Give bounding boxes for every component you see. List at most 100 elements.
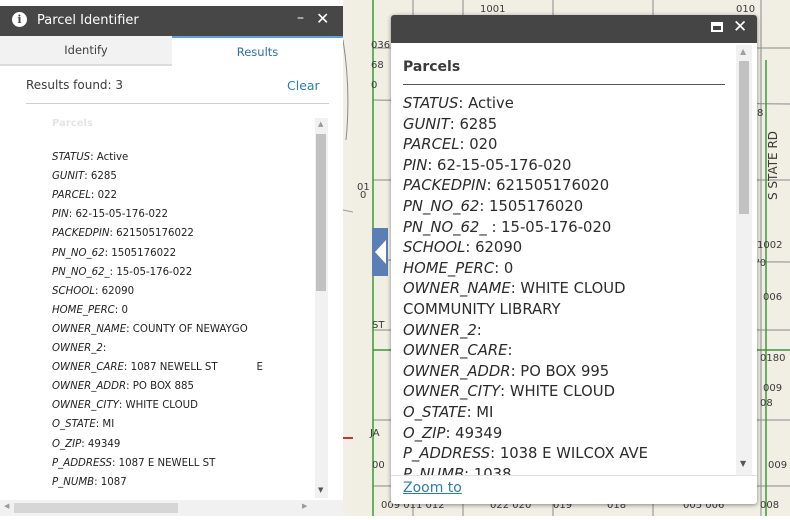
- results-horizontal-scrollbar[interactable]: ◀ ▶: [0, 500, 343, 516]
- popup-attribute-row: OWNER_NAME: WHITE CLOUD: [403, 280, 626, 297]
- attribute-value: : PO BOX 885: [126, 381, 194, 393]
- popup-attribute-row: HOME_PERC: 0: [403, 260, 513, 277]
- panel-title: Parcel Identifier: [37, 13, 139, 28]
- attribute-value: : 020: [459, 136, 498, 154]
- map-parcel-label: 0180: [760, 353, 786, 364]
- attribute-name: OWNER_CITY: [403, 383, 501, 401]
- attribute-row: HOME_PERC: 0: [52, 305, 128, 316]
- attribute-row: OWNER_CITY: WHITE CLOUD: [52, 400, 198, 411]
- attribute-value: : MI: [466, 404, 494, 421]
- tab-identify[interactable]: Identify: [0, 36, 172, 66]
- map-parcel-label: '0: [757, 258, 767, 269]
- popup-attribute-row: SCHOOL: 62090: [403, 239, 522, 256]
- map-parcel-label: 8: [757, 108, 764, 119]
- attribute-value: : 62-15-05-176-022: [68, 209, 168, 221]
- attribute-name: O_ZIP: [403, 424, 446, 442]
- attribute-value: : 1038: [464, 465, 512, 475]
- attribute-value: : 022: [90, 190, 118, 202]
- attribute-name: PIN: [52, 209, 69, 221]
- divider: [403, 84, 725, 85]
- attribute-row: SCHOOL: 62090: [52, 286, 134, 297]
- popup-attribute-row: P_ADDRESS: 1038 E WILCOX AVE: [403, 445, 648, 462]
- attribute-value: : 0: [494, 259, 514, 277]
- scroll-thumb[interactable]: [316, 134, 326, 291]
- scroll-thumb[interactable]: [739, 61, 749, 214]
- zoom-to-link[interactable]: Zoom to: [403, 480, 462, 496]
- scroll-down-icon[interactable]: ▼: [318, 486, 323, 494]
- map-parcel-label: 01: [357, 182, 370, 193]
- map-parcel-label: S STATE RD: [766, 130, 780, 200]
- attribute-name: PIN: [403, 156, 428, 174]
- attribute-name: P_ADDRESS: [52, 457, 112, 469]
- popup-attribute-row: PACKEDPIN: 621505176020: [403, 177, 609, 194]
- attribute-name: P_NUMB: [52, 476, 95, 488]
- attribute-value: : 1505176020: [479, 198, 584, 215]
- attribute-name: PACKEDPIN: [403, 177, 487, 195]
- map-parcel-label: 009: [763, 383, 783, 394]
- attribute-name: OWNER_2: [52, 343, 103, 354]
- popup-attribute-row: OWNER_ADDR: PO BOX 995: [403, 363, 609, 380]
- attribute-value: : WHITE CLOUD: [500, 383, 615, 401]
- clear-button[interactable]: Clear: [287, 78, 320, 93]
- popup-title: Parcels: [403, 59, 461, 75]
- attribute-name: PACKEDPIN: [52, 228, 110, 240]
- panel-title-bar[interactable]: i Parcel Identifier – ✕: [0, 6, 343, 36]
- parcel-popup: ✕ Parcels STATUS: Active GUNIT: 6285 PARCE…: [391, 15, 757, 504]
- attribute-value: : COUNTY OF NEWAYGO: [126, 323, 248, 335]
- attribute-value: : Active: [90, 152, 129, 163]
- attribute-name: STATUS: [403, 95, 459, 112]
- map-parcel-label: 0: [371, 80, 378, 91]
- minimize-button[interactable]: –: [297, 10, 304, 26]
- attribute-row: P_ADDRESS: 1087 E NEWELL ST: [52, 458, 215, 469]
- popup-attribute-list: STATUS: Active GUNIT: 6285 PARCEL: 020 PIN:…: [403, 95, 728, 475]
- attribute-name: SCHOOL: [403, 239, 466, 257]
- attribute-value: : 0: [114, 304, 128, 316]
- attribute-row: GUNIT: 6285: [52, 171, 117, 182]
- popup-attribute-row: COMMUNITY LIBRARY: [403, 301, 561, 318]
- attribute-value: : WHITE CLOUD: [510, 280, 626, 298]
- popup-attribute-row: PN_NO_62_ : 15-05-176-020: [403, 219, 611, 236]
- attribute-name: PARCEL: [52, 190, 91, 202]
- results-vertical-scrollbar[interactable]: ▲ ▼: [315, 118, 328, 498]
- attribute-value: :: [476, 321, 482, 339]
- attribute-value: : Active: [458, 95, 514, 112]
- attribute-row: STATUS: Active: [52, 152, 128, 163]
- maximize-icon[interactable]: [711, 22, 723, 32]
- close-panel-button[interactable]: ✕: [316, 9, 329, 28]
- attribute-name: P_ADDRESS: [403, 445, 491, 463]
- attribute-row: PACKEDPIN: 621505176022: [52, 228, 194, 239]
- attribute-value: : 6285: [449, 115, 498, 133]
- divider: [391, 475, 757, 476]
- scroll-right-icon[interactable]: ▶: [302, 502, 307, 510]
- scroll-thumb-horizontal[interactable]: [14, 503, 178, 513]
- attribute-name: OWNER_NAME: [52, 323, 127, 335]
- attribute-name: OWNER_CARE: [403, 342, 508, 360]
- attribute-name: OWNER_CITY: [52, 400, 119, 412]
- popup-attribute-row: O_STATE: MI: [403, 404, 493, 421]
- attribute-value: : 1087 NEWELL ST E: [123, 362, 263, 374]
- attribute-row: OWNER_CARE: 1087 NEWELL ST E: [52, 362, 263, 373]
- popup-attribute-row: OWNER_CARE:: [403, 342, 512, 359]
- attribute-value: :: [507, 342, 513, 360]
- attribute-name: OWNER_2: [403, 321, 477, 339]
- popup-attribute-row: OWNER_CITY: WHITE CLOUD: [403, 383, 615, 400]
- attribute-row: PN_NO_62_: 15-05-176-022: [52, 267, 192, 278]
- popup-scrollbar[interactable]: ▲ ▼: [736, 45, 752, 475]
- attribute-name: O_STATE: [52, 419, 96, 431]
- map-parcel-label: 006: [763, 292, 783, 303]
- map-edge: [342, 0, 354, 516]
- map-parcel-label: 008: [760, 500, 780, 511]
- attribute-value: COMMUNITY LIBRARY: [403, 301, 561, 318]
- panel-tabs: Identify Results: [0, 36, 343, 68]
- attribute-value: : 62090: [94, 285, 135, 297]
- attribute-name: OWNER_CARE: [52, 362, 124, 374]
- scroll-left-icon[interactable]: ◀: [4, 502, 9, 510]
- attribute-value: : 621505176022: [109, 228, 194, 240]
- close-popup-button[interactable]: ✕: [733, 17, 747, 37]
- popup-attribute-row: P_NUMB: 1038: [403, 466, 512, 475]
- scroll-up-icon[interactable]: ▲: [740, 47, 746, 56]
- tab-results[interactable]: Results: [172, 36, 343, 68]
- scroll-down-icon[interactable]: ▼: [740, 459, 746, 468]
- scroll-up-icon[interactable]: ▲: [318, 120, 323, 128]
- parcel-identifier-panel: i Parcel Identifier – ✕ Identify Results…: [0, 0, 343, 516]
